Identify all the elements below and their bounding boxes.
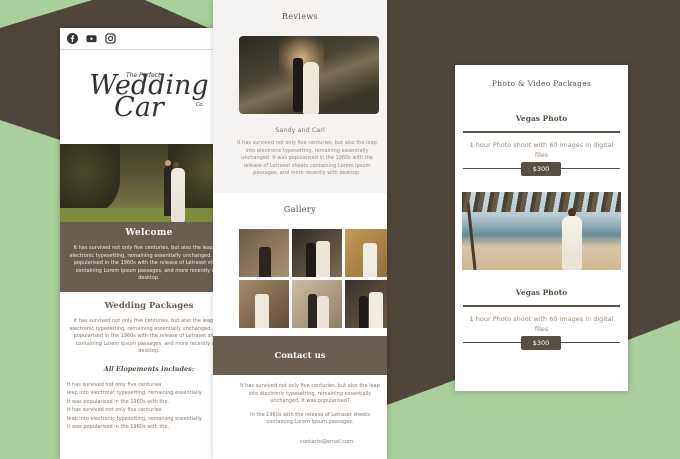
includes-title: All Elopements includes: [103,364,195,373]
package-description: 1 hour Photo shoot with 60 images in dig… [469,315,614,333]
contact-text: In the 1960s with the release of Letrase… [250,411,370,426]
list-item: It was popularised in the 1960s with the… [67,398,170,405]
includes-list: It has survived not only five centuries … [67,381,231,433]
gallery-title: Gallery [283,205,317,214]
price-button[interactable]: $300 [521,162,561,176]
price-button[interactable]: $300 [521,336,561,350]
contact-text: It has survived not only five centuries,… [240,383,380,404]
list-item: leap into electronic typesetting, remain… [67,390,202,397]
packages-text: It has survived not only five centuries,… [69,318,229,354]
package-name: Vegas Photo [515,114,568,123]
review-text: It has survived not only five centuries,… [237,140,377,176]
package-description: 1 hour Photo shoot with 60 images in dig… [469,141,614,159]
youtube-icon[interactable] [86,33,97,44]
gallery-grid [239,229,387,328]
instagram-icon[interactable] [105,33,116,44]
contact-email[interactable]: contacto@email.com [213,439,353,445]
gallery-section: Gallery [213,193,387,336]
logo-tagline: The Perfect [126,72,161,79]
list-item: It has survived not only five centuries [67,381,162,388]
logo-wordmark: Wedding Car [89,70,209,123]
wedding-packages-section: Wedding Packages It has survived not onl… [60,292,238,432]
contact-header: Contact us [213,336,387,375]
welcome-text: It has survived not only five centuries,… [69,245,229,281]
welcome-title: Welcome [125,228,173,238]
card-title: Photo & Video Packages [491,79,592,88]
package-name: Vegas Photo [515,288,568,297]
gallery-image[interactable] [345,229,387,277]
beach-bride-photo [462,192,621,270]
site-logo[interactable]: The Perfect Wedding Car Co. [60,50,238,144]
divider [463,305,620,307]
welcome-section: Welcome It has survived not only five ce… [60,222,238,292]
gallery-image[interactable] [345,280,387,328]
reviewer-name: Sandy and Carl [275,126,325,134]
logo-suffix: Co. [195,102,204,108]
divider [463,131,620,133]
homepage-mockup: The Perfect Wedding Car Co. Welcome It h… [60,28,238,459]
photo-video-packages-card: Photo & Video Packages Vegas Photo 1 hou… [455,65,628,391]
gallery-image[interactable] [292,280,342,328]
contact-title: Contact us [274,350,326,361]
review-couple-photo [239,36,379,114]
list-item: leap into electronic typesetting, remain… [67,415,202,422]
packages-title: Wedding Packages [104,301,194,311]
price-row: $300 [463,162,620,176]
gallery-image[interactable] [239,280,289,328]
facebook-icon[interactable] [67,33,78,44]
reviews-title: Reviews [281,12,319,21]
reviews-section: Reviews Sandy and Carl It has survived n… [213,0,387,193]
reviews-gallery-mockup: Reviews Sandy and Carl It has survived n… [213,0,387,459]
gallery-image[interactable] [292,229,342,277]
top-bar [60,28,238,50]
list-item: It has survived not only five centuries [67,407,162,414]
price-row: $300 [463,336,620,350]
gallery-image[interactable] [239,229,289,277]
list-item: It was popularised in the 1960s with the… [67,424,170,431]
hero-couple-photo [60,144,238,222]
contact-section: It has survived not only five centuries,… [213,375,387,427]
